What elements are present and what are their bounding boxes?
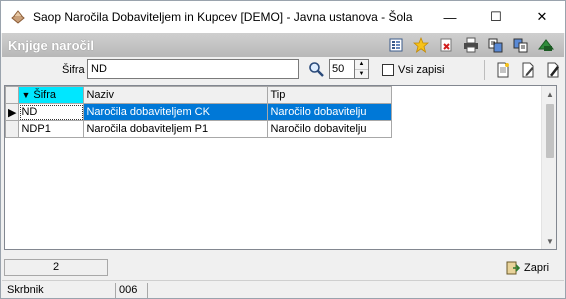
list-icon[interactable] xyxy=(386,35,406,55)
filter-bar: Šifra ND 50 ▲ ▼ Vsi zapisi xyxy=(2,57,564,83)
row-indicator-header xyxy=(5,86,20,104)
toolbar xyxy=(386,35,556,55)
status-user: Skrbnik xyxy=(4,283,116,298)
status-message xyxy=(148,283,562,298)
filter-label: Šifra xyxy=(62,64,85,76)
edit-alt-icon[interactable] xyxy=(543,60,563,80)
close-form-icon xyxy=(506,261,521,275)
scrollbar-thumb[interactable] xyxy=(546,104,554,158)
show-all-label: Vsi zapisi xyxy=(398,64,445,76)
window-title: Saop Naročila Dobaviteljem in Kupcev [DE… xyxy=(33,10,413,24)
star-icon[interactable] xyxy=(411,35,431,55)
form-header: Knjige naročil xyxy=(2,33,564,57)
application-window: Saop Naročila Dobaviteljem in Kupcev [DE… xyxy=(0,0,566,299)
spin-up-icon[interactable]: ▲ xyxy=(355,60,368,69)
table-header-row: ▼ Šifra Naziv Tip xyxy=(5,86,393,104)
delete-icon[interactable] xyxy=(436,35,456,55)
cell-sifra[interactable]: ND xyxy=(18,103,85,121)
code-search-input[interactable]: ND xyxy=(87,59,299,79)
data-grid: ▼ Šifra Naziv Tip ▶ ND Naročila dobavitel… xyxy=(4,85,557,250)
close-button[interactable]: Zapri xyxy=(505,259,549,277)
app-icon xyxy=(9,8,27,26)
vertical-scrollbar[interactable]: ▲ ▼ xyxy=(541,86,556,249)
printer-icon[interactable] xyxy=(461,35,481,55)
spin-down-icon[interactable]: ▼ xyxy=(355,68,368,79)
cell-naziv[interactable]: Naročila dobaviteljem CK xyxy=(83,103,269,121)
scroll-down-icon[interactable]: ▼ xyxy=(542,233,556,249)
column-header-label: Šifra xyxy=(33,89,57,101)
cell-tip[interactable]: Naročilo dobavitelju xyxy=(267,103,393,121)
exit-icon[interactable] xyxy=(536,35,556,55)
record-limit-input[interactable]: 50 xyxy=(329,59,355,79)
toolbar-divider xyxy=(484,60,485,80)
copy-icon[interactable] xyxy=(486,35,506,55)
close-button-label: Zapri xyxy=(524,262,550,274)
show-all-checkbox[interactable] xyxy=(382,64,394,76)
current-row-pointer-icon: ▶ xyxy=(5,103,20,121)
row-indicator xyxy=(5,120,20,138)
new-record-icon[interactable] xyxy=(493,60,513,80)
status-bar: Skrbnik 006 xyxy=(2,280,564,298)
maximize-button[interactable]: ☐ xyxy=(473,1,519,33)
records-table: ▼ Šifra Naziv Tip ▶ ND Naročila dobavitel… xyxy=(5,86,393,138)
column-header-naziv[interactable]: Naziv xyxy=(83,86,269,104)
copy-alt-icon[interactable] xyxy=(511,35,531,55)
cell-naziv[interactable]: Naročila dobaviteljem P1 xyxy=(83,120,269,138)
cell-tip[interactable]: Naročilo dobavitelju xyxy=(267,120,393,138)
search-icon[interactable] xyxy=(306,59,326,79)
title-bar: Saop Naročila Dobaviteljem in Kupcev [DE… xyxy=(1,1,565,33)
cell-sifra[interactable]: NDP1 xyxy=(18,120,85,138)
close-window-button[interactable]: ✕ xyxy=(519,1,565,33)
status-code: 006 xyxy=(116,283,148,298)
form-title: Knjige naročil xyxy=(8,37,94,53)
record-count: 2 xyxy=(4,259,108,276)
scroll-up-icon[interactable]: ▲ xyxy=(542,86,556,102)
table-row[interactable]: ▶ ND Naročila dobaviteljem CK Naročilo d… xyxy=(5,103,393,121)
column-header-sifra[interactable]: ▼ Šifra xyxy=(18,86,85,104)
minimize-button[interactable]: — xyxy=(427,1,473,33)
column-header-tip[interactable]: Tip xyxy=(267,86,393,104)
table-row[interactable]: NDP1 Naročila dobaviteljem P1 Naročilo d… xyxy=(5,120,393,138)
edit-record-icon[interactable] xyxy=(518,60,538,80)
record-limit-spinner[interactable]: ▲ ▼ xyxy=(355,59,369,79)
sort-down-icon: ▼ xyxy=(21,90,31,100)
